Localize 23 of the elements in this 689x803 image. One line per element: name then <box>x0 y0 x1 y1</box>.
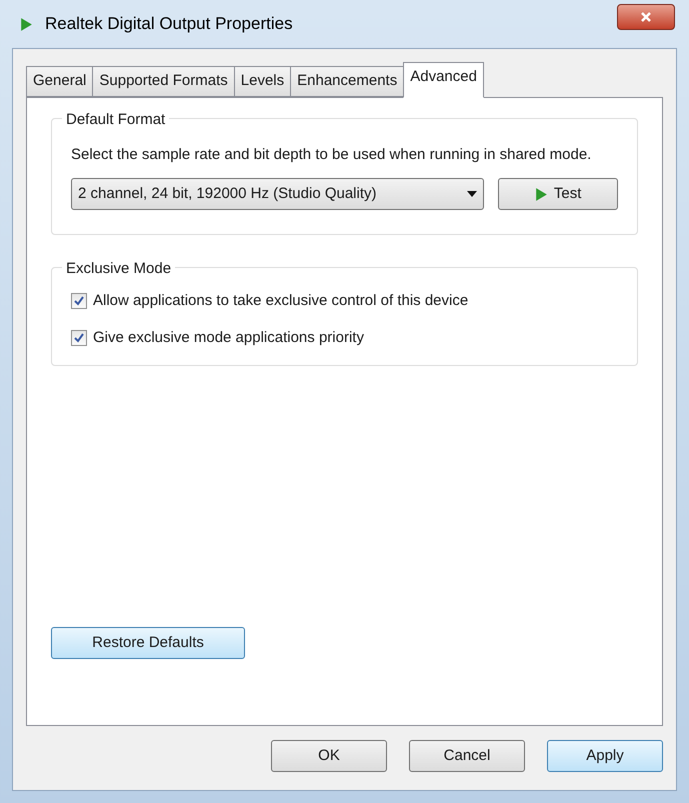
checkbox[interactable] <box>71 293 87 310</box>
checkbox-label: Give exclusive mode applications priority <box>93 328 364 348</box>
description-text: Select the sample rate and bit depth to be used when running in shared mode. <box>71 145 592 164</box>
dialog-button[interactable]: Apply <box>547 740 663 772</box>
test-button[interactable]: Test <box>498 178 618 210</box>
close-button[interactable] <box>617 4 675 30</box>
restore-defaults-button[interactable]: Restore Defaults <box>51 627 245 659</box>
tab[interactable]: General <box>26 66 94 97</box>
dropdown-arrow-icon <box>467 191 478 197</box>
app-icon <box>20 16 33 32</box>
tab[interactable]: Advanced <box>403 62 484 98</box>
play-icon <box>534 186 548 202</box>
window-title: Realtek Digital Output Properties <box>45 13 293 36</box>
tab[interactable]: Supported Formats <box>92 66 235 97</box>
tab[interactable]: Levels <box>234 66 292 97</box>
dialog-button[interactable]: OK <box>271 740 387 772</box>
tab[interactable]: Enhancements <box>290 66 404 97</box>
checkbox[interactable] <box>71 330 87 346</box>
dialog-button[interactable]: Cancel <box>409 740 525 772</box>
close-icon <box>640 11 652 23</box>
dropdown-value: 2 channel, 24 bit, 192000 Hz (Studio Quality) <box>78 184 377 204</box>
format-dropdown[interactable]: 2 channel, 24 bit, 192000 Hz (Studio Quality) <box>71 178 484 210</box>
checkbox-label: Allow applications to take exclusive control of this device <box>93 291 468 311</box>
